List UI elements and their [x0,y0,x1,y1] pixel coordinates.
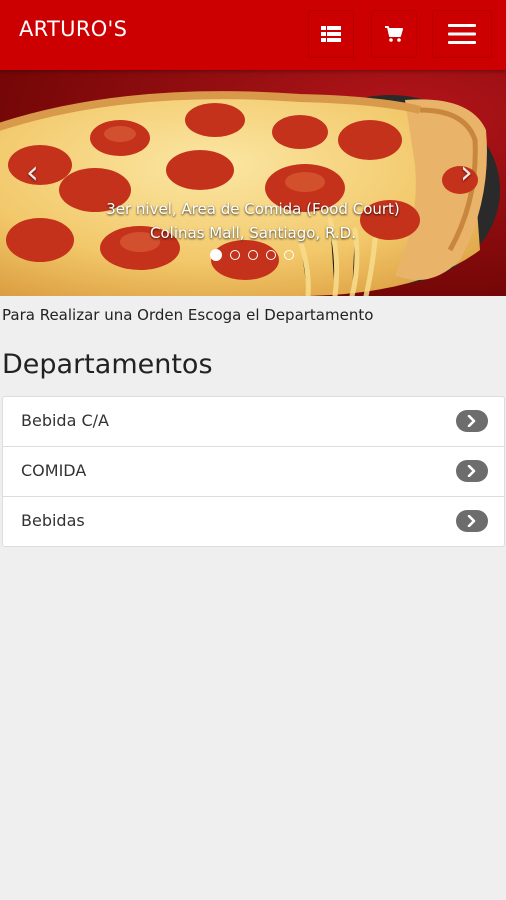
department-label: COMIDA [21,461,87,480]
cart-button[interactable] [371,10,417,58]
carousel-indicators [210,249,300,264]
chevron-right-icon [456,410,488,432]
department-item[interactable]: COMIDA [3,447,504,497]
department-label: Bebida C/A [21,411,109,430]
carousel-caption-line2: Colinas Mall, Santiago, R.D. [150,224,356,242]
list-view-button[interactable] [308,10,354,58]
carousel-indicator[interactable] [248,250,258,260]
chevron-right-icon [456,460,488,482]
carousel-indicator[interactable] [266,250,276,260]
app-bar: ARTURO'S [0,0,506,70]
instruction-text: Para Realizar una Orden Escoga el Depart… [2,306,374,324]
department-item[interactable]: Bebida C/A [3,397,504,447]
app-title: ARTURO'S [19,17,128,41]
hamburger-menu-icon [448,24,476,44]
chevron-right-icon[interactable]: › [460,156,473,188]
department-list: Bebida C/A COMIDA Bebidas [2,396,505,547]
department-item[interactable]: Bebidas [3,497,504,546]
image-carousel[interactable]: ‹ › 3er nivel, Area de Comida (Food Cour… [0,70,506,296]
carousel-indicator[interactable] [284,250,294,260]
cart-icon [385,26,403,42]
carousel-indicator[interactable] [230,250,240,260]
chevron-left-icon[interactable]: ‹ [26,156,39,188]
chevron-right-icon [456,510,488,532]
menu-button[interactable] [432,10,492,58]
list-icon [321,26,341,42]
carousel-indicator[interactable] [210,249,222,261]
department-label: Bebidas [21,511,85,530]
page-title: Departamentos [2,349,213,380]
carousel-caption-line1: 3er nivel, Area de Comida (Food Court) [106,200,400,218]
